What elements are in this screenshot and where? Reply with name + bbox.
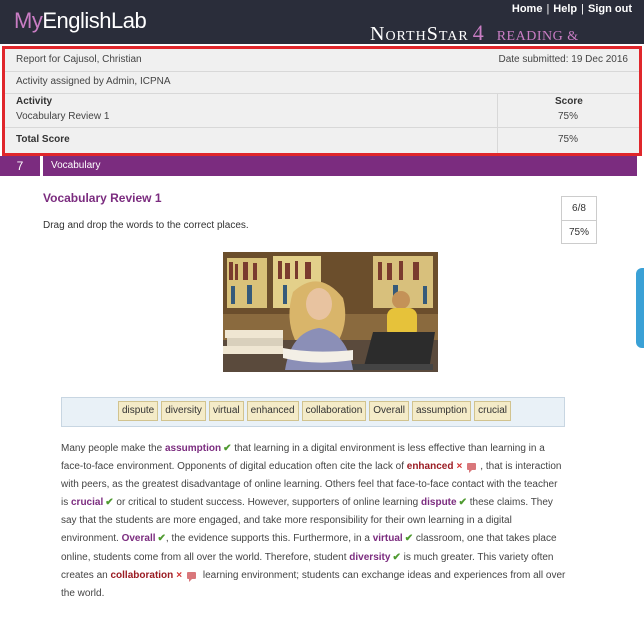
report-summary: Report for Cajusol, Christian Date submi… (2, 46, 642, 156)
score-column-divider (497, 93, 498, 153)
activity-name[interactable]: Vocabulary Review 1 (16, 111, 109, 122)
check-icon: ✔ (105, 497, 114, 509)
answer-slot-correct[interactable]: assumption ✔ (165, 443, 232, 454)
cross-icon: × (176, 569, 183, 581)
brand-level: 4 (472, 20, 485, 45)
top-links: Home | Help | Sign out (512, 3, 632, 15)
passage-text: Many people make the (61, 443, 165, 454)
answer-word: diversity (349, 551, 391, 563)
section-number: 7 (0, 156, 40, 176)
check-icon: ✔ (458, 497, 467, 509)
sign-out-link[interactable]: Sign out (588, 3, 632, 15)
answer-word: assumption (164, 443, 222, 454)
answer-slot-correct[interactable]: Overall ✔ (122, 533, 166, 544)
total-score-value: 75% (558, 134, 579, 145)
link-separator: | (581, 3, 584, 15)
report-row-student: Report for Cajusol, Christian Date submi… (5, 49, 639, 72)
assigned-by-text: Activity assigned by Admin, ICPNA (16, 76, 171, 87)
word-chip-dispute[interactable]: dispute (118, 401, 159, 421)
activity-instructions: Drag and drop the words to the correct p… (43, 220, 249, 231)
score-fraction: 6/8 (562, 197, 596, 221)
top-header: MyEnglishLab Home | Help | Sign out NorthSta… (0, 0, 644, 67)
section-bar: 7 Vocabulary (0, 156, 644, 176)
report-row-total: Total Score 75% (5, 127, 639, 153)
student-studying-photo (223, 252, 438, 372)
answer-word: enhanced (406, 461, 454, 473)
side-tab[interactable] (636, 268, 644, 348)
brand-name: NorthStar (370, 23, 469, 45)
cross-icon: × (456, 461, 463, 473)
word-chip-overall[interactable]: Overall (369, 401, 409, 421)
answer-word: collaboration (110, 569, 174, 581)
answer-word: dispute (421, 497, 457, 509)
feedback-bubble-icon[interactable] (187, 571, 197, 582)
word-chip-virtual[interactable]: virtual (208, 401, 244, 421)
answer-slot-correct[interactable]: crucial ✔ (71, 497, 114, 508)
activity-column-header: Activity (16, 96, 53, 107)
word-chip-collaboration[interactable]: collaboration (301, 401, 367, 421)
myenglishlab-logo: MyEnglishLab (14, 8, 147, 34)
report-for-text: Report for Cajusol, Christian (16, 54, 142, 65)
logo-prefix: My (14, 8, 43, 33)
word-chip-diversity[interactable]: diversity (161, 401, 206, 421)
reading-passage: Many people make the assumption ✔ that le… (61, 440, 566, 603)
link-separator: | (546, 3, 550, 15)
score-box: 6/8 75% (561, 196, 597, 244)
check-icon: ✔ (392, 551, 401, 563)
answer-word: virtual (372, 533, 403, 545)
answer-slot-incorrect[interactable]: collaboration × (110, 570, 182, 581)
help-link[interactable]: Help (553, 3, 577, 15)
total-score-label: Total Score (16, 134, 70, 145)
passage-text: or critical to student success. However,… (113, 497, 422, 509)
check-icon: ✔ (157, 533, 166, 545)
check-icon: ✔ (404, 533, 414, 545)
answer-word: Overall (121, 533, 156, 545)
word-chip-enhanced[interactable]: enhanced (246, 401, 299, 421)
home-link[interactable]: Home (512, 3, 543, 15)
report-row-activity: Activity Score Vocabulary Review 1 75% (5, 93, 639, 128)
logo-main: EnglishLab (42, 8, 147, 33)
report-row-assigned: Activity assigned by Admin, ICPNA (5, 71, 639, 94)
score-column-header: Score (555, 96, 583, 107)
word-chip-crucial[interactable]: crucial (474, 401, 512, 421)
score-percent: 75% (568, 227, 589, 238)
word-bank: dispute diversity virtual enhanced colla… (61, 397, 565, 427)
answer-word: crucial (71, 497, 104, 509)
answer-slot-correct[interactable]: diversity ✔ (349, 552, 401, 563)
section-title: Vocabulary (43, 156, 637, 176)
word-chip-assumption[interactable]: assumption (411, 401, 472, 421)
feedback-bubble-icon[interactable] (467, 463, 477, 474)
answer-slot-correct[interactable]: dispute ✔ (421, 497, 467, 508)
date-submitted: Date submitted: 19 Dec 2016 (498, 54, 628, 65)
answer-slot-incorrect[interactable]: enhanced × (407, 461, 463, 472)
answer-slot-correct[interactable]: virtual ✔ (373, 533, 413, 544)
activity-score: 75% (558, 111, 579, 122)
passage-text: , the evidence supports this. Furthermor… (165, 533, 373, 545)
word-chips: dispute diversity virtual enhanced colla… (118, 401, 512, 421)
activity-title: Vocabulary Review 1 (43, 191, 162, 205)
